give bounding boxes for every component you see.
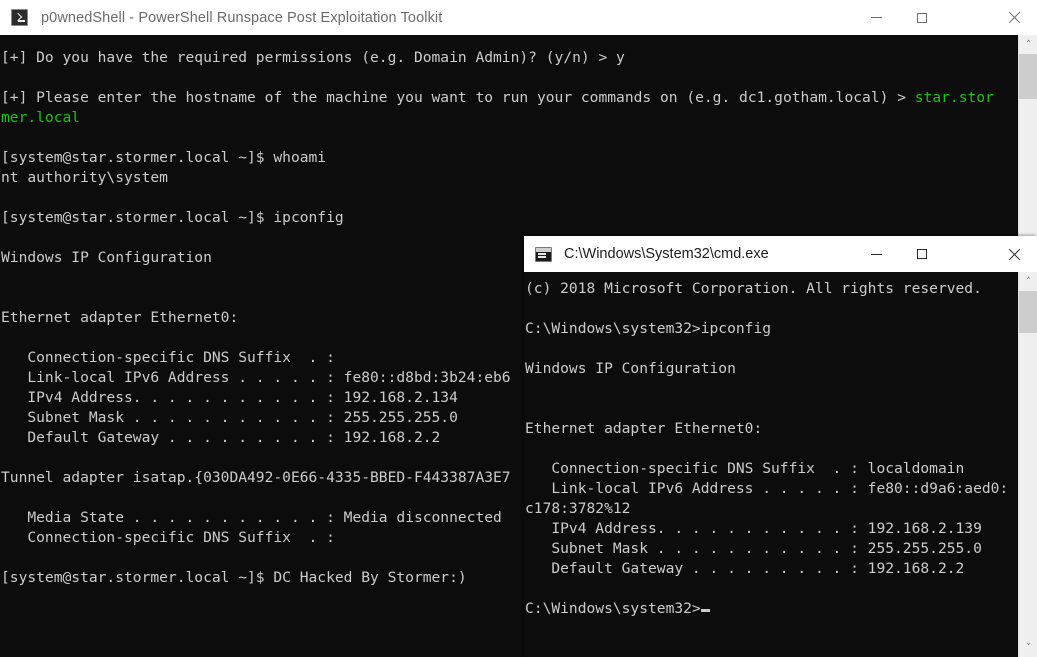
console-text: [+] Do you have the required permissions… [1, 49, 625, 66]
console-text: Link-local IPv6 Address . . . . . : fe80… [1, 369, 511, 386]
cmd-scroll-track[interactable] [1019, 333, 1037, 638]
console-line: Connection-specific DNS Suffix . : local… [524, 459, 1018, 479]
cmd-scroll-thumb[interactable] [1019, 291, 1037, 333]
console-line: c178:3782%12 [524, 499, 1018, 519]
powershell-prompt-icon [11, 9, 28, 26]
console-line: Default Gateway . . . . . . . . . : 192.… [524, 559, 1018, 579]
cmd-scroll-up-button[interactable]: ˄ [1019, 272, 1037, 291]
console-text: mer.local [1, 109, 81, 126]
console-text: Media State . . . . . . . . . . . : Medi… [1, 509, 502, 526]
console-text: Default Gateway . . . . . . . . . : 192.… [525, 560, 965, 577]
cmd-maximize-button[interactable] [899, 236, 945, 272]
console-line: (c) 2018 Microsoft Corporation. All righ… [524, 279, 1018, 299]
minimize-icon [870, 253, 882, 255]
powershell-titlebar[interactable]: p0wnedShell - PowerShell Runspace Post E… [0, 0, 1037, 35]
console-text: Subnet Mask . . . . . . . . . . . : 255.… [1, 409, 458, 426]
cmd-scrollbar[interactable]: ˄ ˅ [1018, 272, 1037, 657]
cmd-window-title: C:\Windows\System32\cmd.exe [564, 246, 769, 262]
console-line: nt authority\system [0, 168, 1018, 188]
console-text: Windows IP Configuration [1, 249, 212, 266]
console-text: [system@star.stormer.local ~]$ whoami [1, 149, 327, 166]
powershell-window-title: p0wnedShell - PowerShell Runspace Post E… [41, 9, 443, 26]
maximize-icon [917, 12, 927, 23]
console-text: Ethernet adapter Ethernet0: [1, 309, 239, 326]
console-text: IPv4 Address. . . . . . . . . . . : 192.… [525, 520, 982, 537]
console-text: Connection-specific DNS Suffix . : [1, 349, 335, 366]
console-text: Link-local IPv6 Address . . . . . : fe80… [525, 480, 1009, 497]
console-text: Subnet Mask . . . . . . . . . . . : 255.… [525, 540, 982, 557]
console-text: (c) 2018 Microsoft Corporation. All righ… [525, 280, 982, 297]
console-line: [system@star.stormer.local ~]$ ipconfig [0, 208, 1018, 228]
cmd-scroll-down-button[interactable]: ˅ [1019, 638, 1037, 657]
powershell-maximize-button[interactable] [899, 0, 945, 35]
console-text: Connection-specific DNS Suffix . : local… [525, 460, 965, 477]
console-text: Tunnel adapter isatap.{030DA492-0E66-433… [1, 469, 511, 486]
console-text: [+] Please enter the hostname of the mac… [1, 89, 915, 106]
console-text: Default Gateway . . . . . . . . . : 192.… [1, 429, 441, 446]
close-icon [1008, 12, 1020, 24]
console-line: [+] Do you have the required permissions… [0, 48, 1018, 68]
cmd-titlebar[interactable]: C:\Windows\System32\cmd.exe [524, 236, 1037, 272]
console-text: nt authority\system [1, 169, 168, 186]
console-text: Ethernet adapter Ethernet0: [525, 420, 763, 437]
console-line: mer.local [0, 108, 1018, 128]
console-line: [system@star.stormer.local ~]$ whoami [0, 148, 1018, 168]
text-cursor [700, 609, 710, 612]
console-text: Windows IP Configuration [525, 360, 736, 377]
console-text: [system@star.stormer.local ~]$ ipconfig [1, 209, 344, 226]
console-line: Subnet Mask . . . . . . . . . . . : 255.… [524, 539, 1018, 559]
console-text: [system@star.stormer.local ~]$ DC Hacked… [1, 569, 467, 586]
powershell-close-button[interactable] [991, 0, 1037, 35]
console-text: c178:3782%12 [525, 500, 631, 517]
console-line: [+] Please enter the hostname of the mac… [0, 88, 1018, 108]
console-line: IPv4 Address. . . . . . . . . . . : 192.… [524, 519, 1018, 539]
maximize-icon [917, 249, 927, 259]
console-text: C:\Windows\system32>ipconfig [525, 320, 772, 337]
powershell-scroll-thumb[interactable] [1019, 54, 1037, 99]
minimize-icon [870, 17, 882, 18]
cmd-console-output[interactable]: (c) 2018 Microsoft Corporation. All righ… [524, 272, 1018, 657]
close-icon [1008, 248, 1020, 260]
console-line: C:\Windows\system32>ipconfig [524, 319, 1018, 339]
console-text: star.stor [914, 89, 994, 106]
cmd-minimize-button[interactable] [853, 236, 899, 272]
console-text: C:\Windows\system32> [525, 600, 701, 617]
console-line: C:\Windows\system32> [524, 599, 1018, 619]
console-text: IPv4 Address. . . . . . . . . . . : 192.… [1, 389, 458, 406]
cmd-window: C:\Windows\System32\cmd.exe (c) 2018 Mic… [524, 236, 1037, 657]
powershell-scroll-up-button[interactable]: ˄ [1019, 35, 1037, 54]
console-text: Connection-specific DNS Suffix . : [1, 529, 335, 546]
console-line: Windows IP Configuration [524, 359, 1018, 379]
console-window-icon [535, 246, 552, 262]
console-line: Ethernet adapter Ethernet0: [524, 419, 1018, 439]
powershell-minimize-button[interactable] [853, 0, 899, 35]
cmd-close-button[interactable] [991, 236, 1037, 272]
console-line: Link-local IPv6 Address . . . . . : fe80… [524, 479, 1018, 499]
